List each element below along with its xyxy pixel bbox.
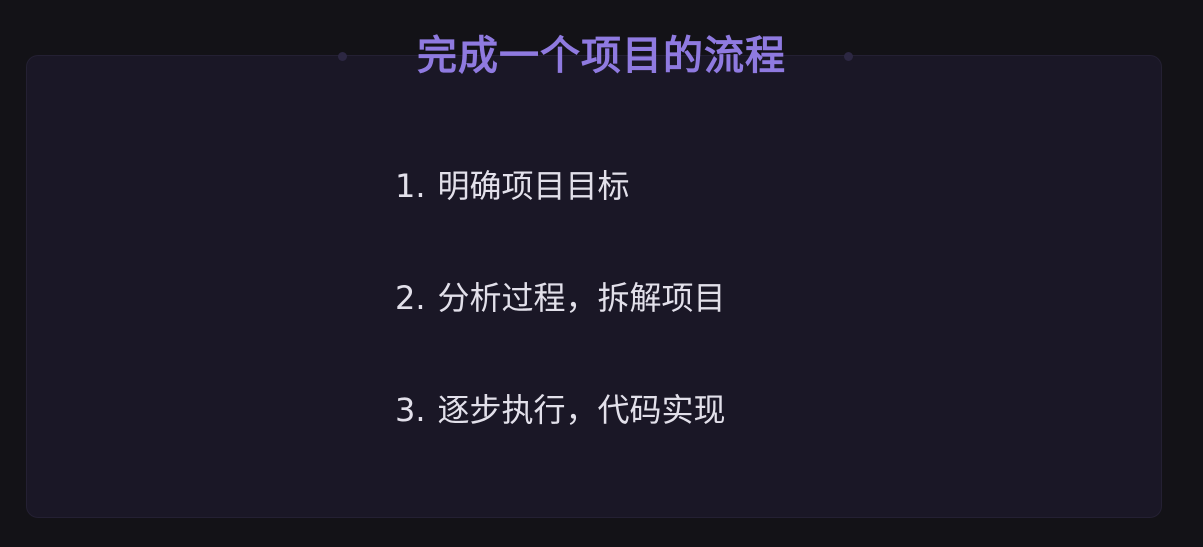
step-item-1: 1. 明确项目目标 bbox=[395, 163, 726, 209]
page-title: 完成一个项目的流程 bbox=[417, 33, 786, 79]
step-text: 明确项目目标 bbox=[437, 167, 630, 205]
step-text: 分析过程，拆解项目 bbox=[437, 279, 726, 317]
step-number: 2. bbox=[395, 279, 426, 317]
step-number: 3. bbox=[395, 391, 426, 429]
step-item-3: 3. 逐步执行，代码实现 bbox=[395, 387, 726, 433]
steps-list: 1. 明确项目目标 2. 分析过程，拆解项目 3. 逐步执行，代码实现 bbox=[395, 163, 726, 433]
step-text: 逐步执行，代码实现 bbox=[437, 391, 726, 429]
step-number: 1. bbox=[395, 167, 426, 205]
step-item-2: 2. 分析过程，拆解项目 bbox=[395, 275, 726, 321]
